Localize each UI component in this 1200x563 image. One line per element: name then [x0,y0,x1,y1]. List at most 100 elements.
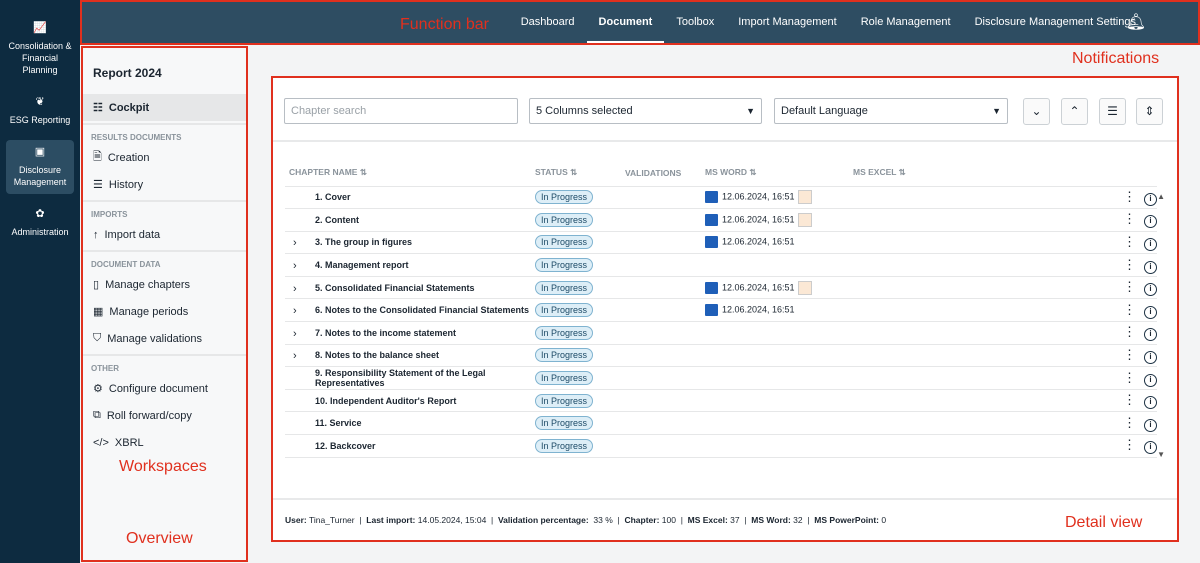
sidebar-item-configure-document[interactable]: ⚙ Configure document [83,375,246,402]
table-row[interactable]: › 6. Notes to the Consolidated Financial … [285,298,1157,323]
scroll-down-icon[interactable]: ▼ [1157,450,1165,459]
sidebar-item-import-data[interactable]: ↑ Import data [83,221,246,248]
sidebar-item-history[interactable]: ☰ History [83,171,246,198]
more-vertical-icon[interactable]: ⋮ [1123,392,1136,407]
row-height-button[interactable]: ⇕ [1136,98,1163,125]
word-icon[interactable] [705,236,718,249]
chevron-right-icon[interactable]: › [293,305,297,317]
table-row[interactable]: 11. Service In Progress ⋮ i [285,411,1157,436]
nav-administration[interactable]: ✿ Administration [6,202,74,244]
info-icon[interactable]: i [1144,192,1157,206]
columns-select[interactable]: 5 Columns selected ▼ [529,98,762,124]
sidebar-item-manage-chapters[interactable]: ▯ Manage chapters [83,271,246,298]
language-select[interactable]: Default Language ▼ [774,98,1008,124]
table-row[interactable]: › 4. Management report In Progress ⋮ i [285,253,1157,277]
info-icon[interactable]: i [1144,260,1157,274]
info-icon[interactable]: i [1144,237,1157,251]
more-vertical-icon[interactable]: ⋮ [1123,437,1136,452]
chevron-right-icon[interactable]: › [293,237,297,249]
word-icon[interactable] [705,191,718,204]
word-icon[interactable] [705,304,718,317]
table-row[interactable]: › 7. Notes to the income statement In Pro… [285,321,1157,345]
ms-excel-cell [853,231,1097,255]
tab-disclosure-settings[interactable]: Disclosure Management Settings [963,2,1148,43]
calendar-icon: ▦ [93,306,104,318]
table-row[interactable]: 10. Independent Auditor's Report In Prog… [285,389,1157,413]
bell-icon[interactable]: 🔔︎ [1126,12,1146,32]
tab-document[interactable]: Document [586,2,665,43]
chevron-right-icon[interactable]: › [293,260,297,272]
info-icon[interactable]: i [1144,328,1157,342]
info-icon[interactable]: i [1144,373,1157,387]
status-badge: In Progress [535,348,594,363]
validations-cell [625,208,705,232]
validations-cell [625,298,705,323]
table-row[interactable]: 1. Cover In Progress 12.06.2024, 16:51 ⋮… [285,186,1157,210]
document-preview-icon[interactable] [797,280,812,295]
more-vertical-icon[interactable]: ⋮ [1123,370,1136,385]
collapse-all-button[interactable]: ⌃ [1061,98,1088,125]
ms-excel-cell [853,208,1097,232]
more-vertical-icon[interactable]: ⋮ [1123,279,1136,294]
more-vertical-icon[interactable]: ⋮ [1123,189,1136,204]
table-row[interactable]: › 5. Consolidated Financial Statements In… [285,276,1157,300]
word-icon[interactable] [705,213,718,226]
tab-role-management[interactable]: Role Management [849,2,963,43]
info-icon[interactable]: i [1144,441,1157,455]
table-row[interactable]: 2. Content In Progress 12.06.2024, 16:51… [285,208,1157,232]
info-icon[interactable]: i [1144,283,1157,297]
more-vertical-icon[interactable]: ⋮ [1123,257,1136,272]
more-vertical-icon[interactable]: ⋮ [1123,302,1136,317]
tab-dashboard[interactable]: Dashboard [509,2,587,43]
info-icon[interactable]: i [1144,305,1157,319]
nav-esg[interactable]: ❦ ESG Reporting [6,90,74,132]
scroll-up-icon[interactable]: ▲ [1157,192,1165,201]
expand-all-button[interactable]: ⌄ [1023,98,1050,125]
more-vertical-icon[interactable]: ⋮ [1123,347,1136,362]
row-height-icon: ⇕ [1144,104,1155,118]
status-cell: In Progress [535,411,625,436]
more-vertical-icon[interactable]: ⋮ [1123,415,1136,430]
info-icon[interactable]: i [1144,350,1157,364]
header-status[interactable]: STATUS ⇅ [535,160,625,187]
top-nav: Dashboard Document Toolbox Import Manage… [509,2,1148,43]
sidebar-item-manage-periods[interactable]: ▦ Manage periods [83,298,246,325]
document-preview-icon[interactable] [797,212,812,227]
tab-import-management[interactable]: Import Management [726,2,848,43]
header-ms-excel[interactable]: MS EXCEL ⇅ [853,160,1097,187]
header-chapter-name[interactable]: CHAPTER NAME ⇅ [285,160,535,187]
section-other: OTHER [83,354,246,375]
more-vertical-icon[interactable]: ⋮ [1123,234,1136,249]
more-vertical-icon[interactable]: ⋮ [1123,211,1136,226]
sidebar-item-roll-forward[interactable]: ⧉ Roll forward/copy [83,402,246,429]
chevron-right-icon[interactable]: › [293,283,297,295]
nav-disclosure[interactable]: ▣ Disclosure Management [6,140,74,194]
word-icon[interactable] [705,281,718,294]
table-row[interactable]: 12. Backcover In Progress ⋮ i [285,434,1157,458]
status-badge: In Progress [535,190,594,205]
nav-consolidation[interactable]: 📈 Consolidation & Financial Planning [6,16,74,82]
table-row[interactable]: › 3. The group in figures In Progress 12.… [285,231,1157,255]
section-imports: IMPORTS [83,200,246,221]
sidebar-item-creation[interactable]: 🗎 Creation [83,144,246,171]
table-row[interactable]: 9. Responsibility Statement of the Legal… [285,366,1157,390]
chevron-right-icon[interactable]: › [293,350,297,362]
leaf-icon: ❦ [35,96,45,108]
info-icon[interactable]: i [1144,215,1157,229]
document-preview-icon[interactable] [797,190,812,205]
list-view-button[interactable]: ☰ [1099,98,1126,125]
list-icon: ☰ [1107,104,1118,118]
table-row[interactable]: › 8. Notes to the balance sheet In Progre… [285,344,1157,368]
chapter-search-input[interactable]: Chapter search [284,98,518,124]
row-actions: ⋮ i [1097,411,1157,436]
more-vertical-icon[interactable]: ⋮ [1123,324,1136,339]
tab-toolbox[interactable]: Toolbox [664,2,726,43]
sidebar-item-xbrl[interactable]: </> XBRL [83,429,246,456]
info-icon[interactable]: i [1144,418,1157,432]
sidebar-item-cockpit[interactable]: ☷ Cockpit [83,94,246,121]
info-icon[interactable]: i [1144,396,1157,410]
header-ms-word[interactable]: MS WORD ⇅ [705,160,853,187]
sidebar-item-manage-validations[interactable]: ⛉ Manage validations [83,325,246,352]
ms-excel-cell [853,411,1097,436]
chevron-right-icon[interactable]: › [293,328,297,340]
